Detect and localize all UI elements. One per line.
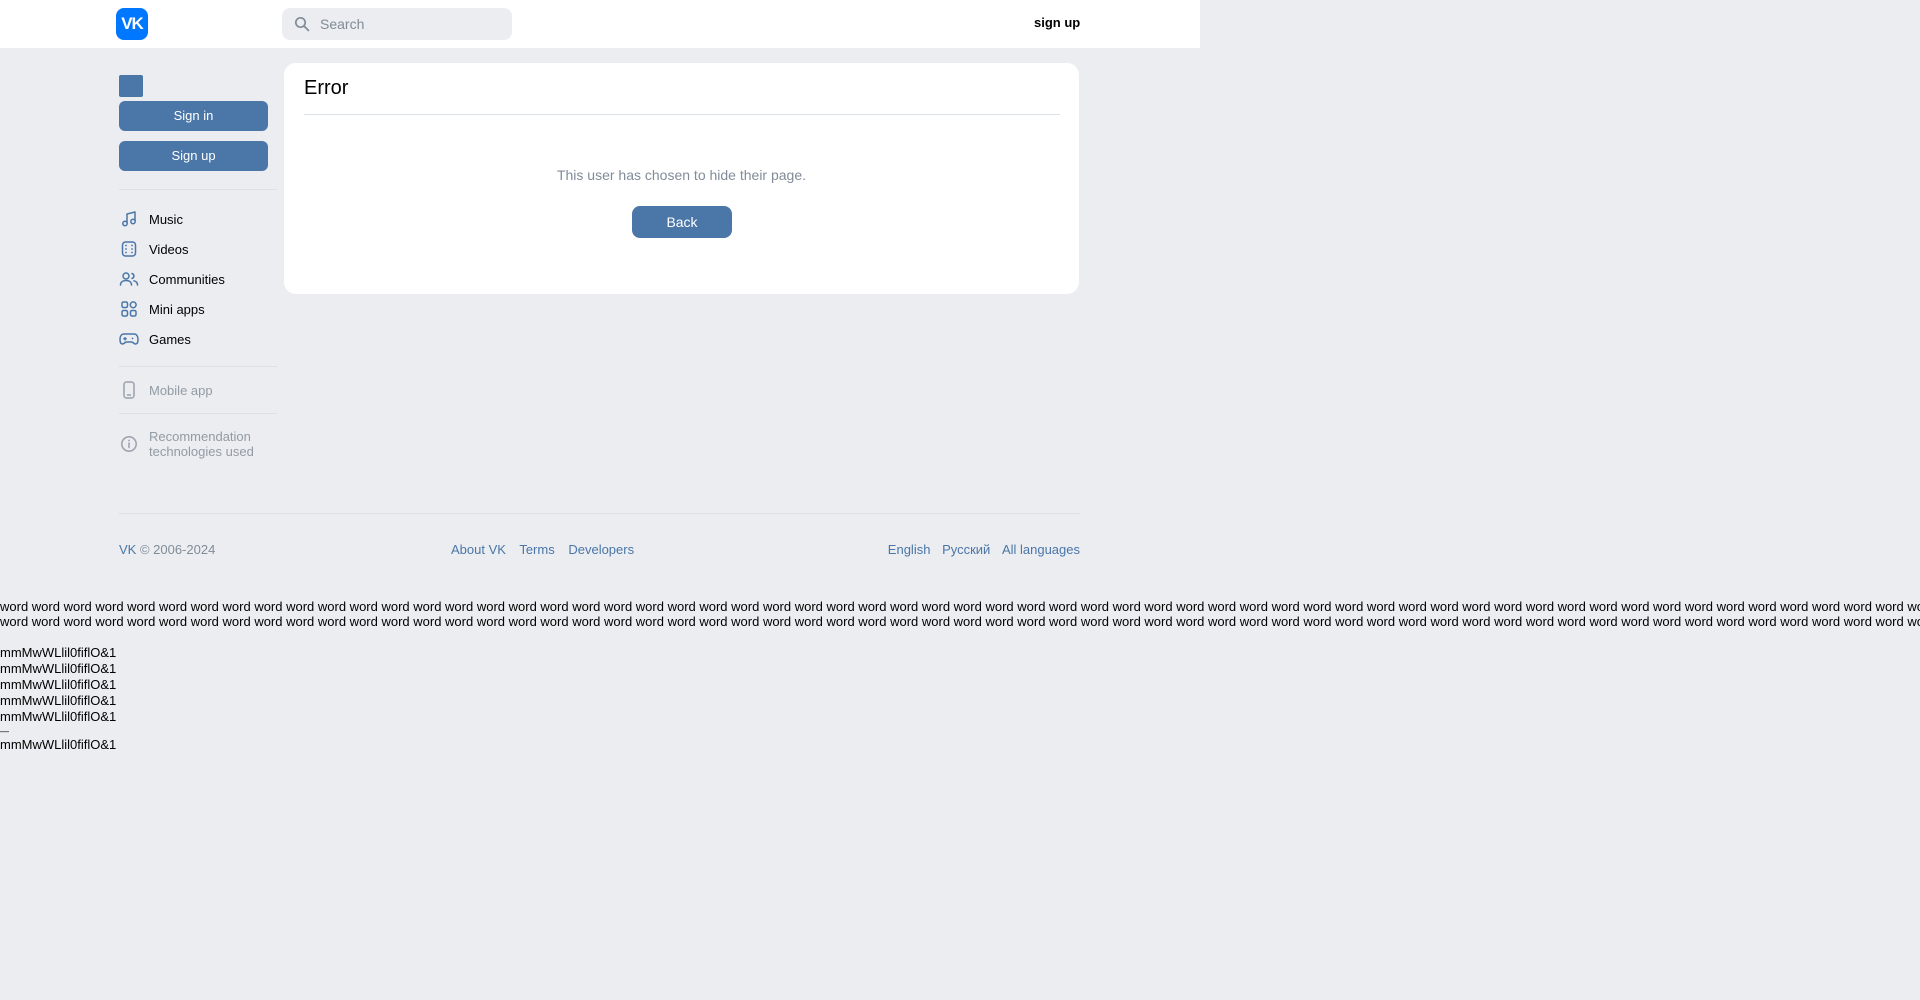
footer-link-developers[interactable]: Developers [568,542,634,557]
error-card: Error This user has chosen to hide their… [284,63,1079,294]
phone-icon [119,380,139,400]
copyright: VK © 2006-2024 [119,542,215,557]
sidebar-item-label: Games [149,331,191,347]
filler-glyph-block: mmMwWLlil0fiflO&1 mmMwWLlil0fiflO&1 mmMw… [0,645,116,753]
sidebar-item-label: Videos [149,241,189,257]
info-icon [119,434,139,454]
filler-glyph-line: mmMwWLlil0fiflO&1 [0,677,117,692]
footer-link-about[interactable]: About VK [451,542,506,557]
sidebar-item-label: Communities [149,271,225,287]
sidebar-item-videos[interactable]: Videos [119,234,277,264]
left-sidebar: Sign in Sign up Music Videos Communities… [119,75,277,462]
header-signup-link[interactable]: sign up [1034,15,1080,30]
recommendation-line-1: Recommendation [149,429,251,444]
footer-links: About VK Terms Developers [451,542,644,557]
filler-word-block: word word word word word word word word … [0,599,1920,629]
card-divider [304,114,1060,115]
sidebar-item-games[interactable]: Games [119,324,277,354]
search-input[interactable] [318,15,498,33]
footer-brand-link[interactable]: VK [119,542,136,557]
search-icon [294,16,310,32]
error-message: This user has chosen to hide their page. [556,167,807,183]
users-icon [119,269,139,289]
sidebar-item-label: Recommendation technologies used [149,429,254,459]
sidebar-divider [119,413,277,414]
filler-glyph-line: mmMwWLlil0fiflO&1 [0,737,117,752]
top-header: VK sign up [0,0,1200,48]
music-icon [119,209,139,229]
filler-glyph-line: mmMwWLlil0fiflO&1 [0,645,117,660]
sidebar-item-label: Mobile app [149,382,213,398]
sidebar-item-label: Music [149,211,183,227]
apps-icon [119,299,139,319]
sign-up-button[interactable]: Sign up [119,141,268,171]
sidebar-logo-placeholder [119,75,143,97]
vk-logo[interactable]: VK [116,8,148,40]
search-box[interactable] [282,8,512,40]
footer-link-terms[interactable]: Terms [519,542,554,557]
sidebar-item-music[interactable]: Music [119,204,277,234]
page-title: Error [304,77,349,99]
sidebar-divider [119,189,277,190]
filler-glyph-line: mmMwWLlil0fiflO&1 [0,661,117,676]
gamepad-icon [119,329,139,349]
copyright-text: © 2006-2024 [139,542,216,557]
sidebar-item-label: Mini apps [149,301,205,317]
language-links: English Русский All languages [880,542,1080,557]
filler-word-line: word word word word word word word word … [0,614,1920,629]
sidebar-item-mobile-app[interactable]: Mobile app [119,375,277,405]
sidebar-divider [119,366,277,367]
video-icon [119,239,139,259]
language-english[interactable]: English [888,542,931,557]
sidebar-item-communities[interactable]: Communities [119,264,277,294]
footer-divider [119,513,1080,514]
filler-glyph-line: mmMwWLlil0fiflO&1 [0,693,117,708]
language-russian[interactable]: Русский [942,542,990,557]
language-all[interactable]: All languages [1002,542,1080,557]
recommendation-line-2: technologies used [149,444,254,459]
sidebar-item-mini-apps[interactable]: Mini apps [119,294,277,324]
back-button[interactable]: Back [632,206,732,238]
sign-in-button[interactable]: Sign in [119,101,268,131]
filler-glyph-line: mmMwWLlil0fiflO&1 [0,709,117,724]
filler-word-line: word word word word word word word word … [0,599,1920,614]
filler-dash: — [0,726,9,736]
sidebar-item-recommendations[interactable]: Recommendation technologies used [119,426,277,462]
